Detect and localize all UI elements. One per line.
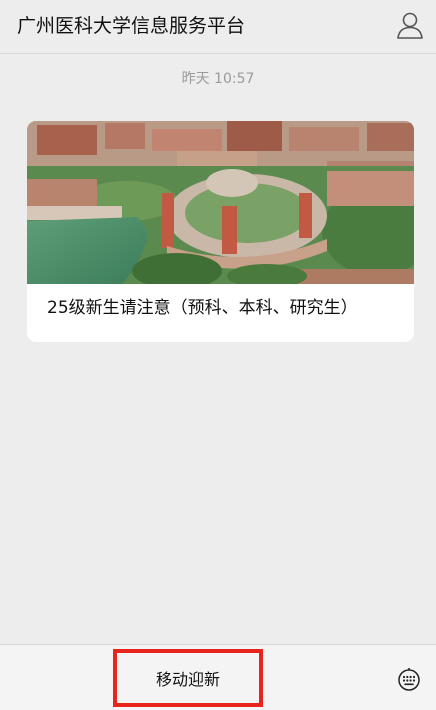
bottom-menu-bar: 移动迎新 [0,644,436,710]
message-timestamp: 昨天 10:57 [181,71,255,87]
campus-aerial-photo [27,121,414,284]
header-bar: 广州医科大学信息服务平台 [0,0,436,54]
profile-button[interactable] [396,11,424,41]
keyboard-icon [398,668,420,691]
keyboard-toggle-button[interactable] [397,667,421,691]
article-card[interactable]: 25级新生请注意（预科、本科、研究生） [27,121,414,342]
page-title: 广州医科大学信息服务平台 [17,15,246,37]
person-icon [397,12,423,39]
mobile-enrollment-menu-button[interactable]: 移动迎新 [113,649,263,707]
article-title: 25级新生请注意（预科、本科、研究生） [47,298,358,318]
